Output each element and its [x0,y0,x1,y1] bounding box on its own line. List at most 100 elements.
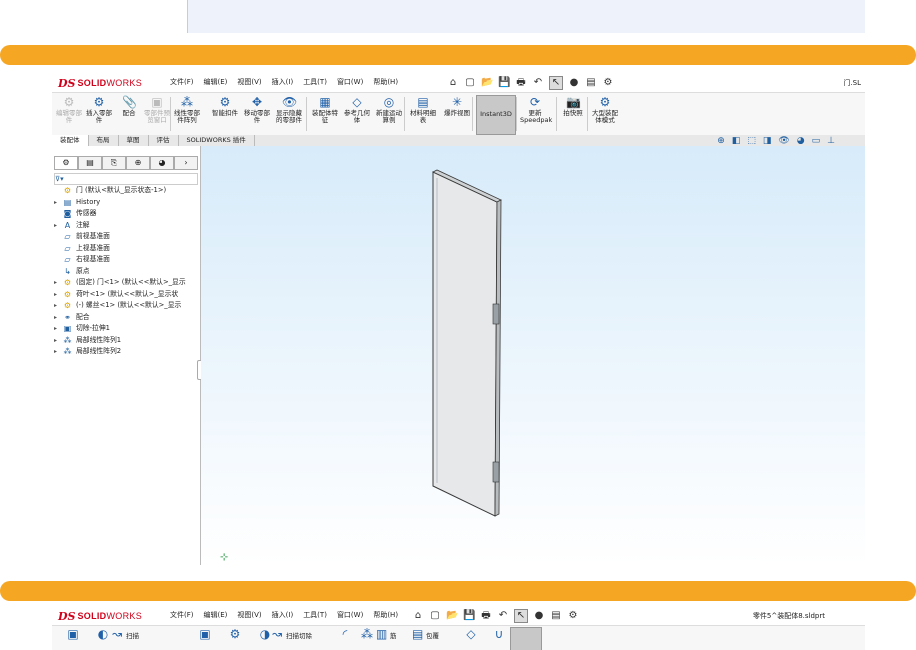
move-component-button[interactable]: ✥ 移动零部件 [242,95,272,133]
print-icon[interactable]: 🖶 [515,77,527,89]
menu-item-3[interactable]: 插入(I) [272,610,294,620]
file-properties-icon[interactable]: ▤ [585,77,597,89]
hole-wizard-button[interactable]: ⚙ [220,627,250,649]
tab-4[interactable]: SOLIDWORKS 插件 [179,135,255,146]
expand-arrow-icon[interactable]: ▸ [54,289,62,300]
open-icon[interactable]: 📂 [446,610,458,622]
menu-item-0[interactable]: 文件(F) [170,77,194,87]
new-document-icon[interactable]: ▢ [429,610,441,622]
file-properties-icon[interactable]: ▤ [550,610,562,622]
options-gear-icon[interactable]: ⚙ [602,77,614,89]
snapshot-button[interactable]: 📷 拍快照 [558,95,588,133]
expand-arrow-icon[interactable]: ▸ [54,300,62,311]
edit-component-button[interactable]: ⚙ 编辑零部件 [54,95,84,133]
speedpak-button[interactable]: ⟳ 更新Speedpak [520,95,552,133]
reference-geometry-button[interactable]: ◇ 参考几何体 [342,95,372,133]
expand-arrow-icon[interactable]: ▸ [54,197,62,208]
tab-2[interactable]: 草图 [119,135,149,146]
sweep-button[interactable]: ↝ 扫描 [112,627,158,649]
tree-item[interactable]: ▸ ▣ 切除-拉伸1 [54,323,110,334]
more-tabs-chevron-icon[interactable]: › [174,156,198,169]
tree-item[interactable]: ▸ ⚭ 配合 [54,312,90,323]
tree-item[interactable]: ▸ ▤ History [54,197,100,208]
select-icon[interactable]: ↖ [514,609,528,623]
expand-arrow-icon[interactable]: ▸ [54,335,62,346]
tree-item[interactable]: ▸ ⚙ (固定) 门<1> (默认<<默认>_显示 [54,277,186,288]
wrap-button[interactable]: ▤ 包覆 [412,627,458,649]
expand-arrow-icon[interactable]: ▸ [54,346,62,357]
save-icon[interactable]: 💾 [498,77,510,89]
smart-fastener-button[interactable]: ⚙ 智能扣件 [210,95,240,133]
new-document-icon[interactable]: ▢ [464,77,476,89]
print-icon[interactable]: 🖶 [480,610,492,622]
tab-3[interactable]: 评估 [149,135,179,146]
tree-filter[interactable]: ⊽▾ [54,173,198,185]
select-icon[interactable]: ↖ [549,76,563,90]
swept-cut-button[interactable]: ↝ 扫描切除 [272,627,318,649]
options-gear-icon[interactable]: ⚙ [567,610,579,622]
undo-icon[interactable]: ↶ [497,610,509,622]
zoom-fit-icon[interactable]: ⊕ [717,136,725,146]
tree-item[interactable]: ⚙ 门 (默认<默认_显示状态-1>) [54,185,166,196]
instant3d-button[interactable]: Instant3D [476,95,516,135]
menu-item-5[interactable]: 窗口(W) [337,610,363,620]
motion-study-button[interactable]: ◎ 新建运动算例 [374,95,404,133]
menu-item-1[interactable]: 编辑(E) [204,610,228,620]
menu-item-6[interactable]: 帮助(H) [373,610,398,620]
graphics-area[interactable] [201,146,865,565]
menu-item-2[interactable]: 视图(V) [237,610,261,620]
expand-arrow-icon[interactable]: ▸ [54,312,62,323]
hide-show-icon[interactable]: 👁 [778,136,789,146]
extrude-boss-button[interactable]: ▣ [58,627,88,649]
menu-item-1[interactable]: 编辑(E) [204,77,228,87]
menu-item-4[interactable]: 工具(T) [303,610,327,620]
menu-item-3[interactable]: 插入(I) [272,77,294,87]
home-icon[interactable]: ⌂ [412,610,424,622]
save-icon[interactable]: 💾 [463,610,475,622]
traffic-light-icon[interactable]: ● [568,77,580,89]
insert-component-button[interactable]: ⚙ 插入零部件 [84,95,114,133]
reference-button[interactable]: ◇ [456,627,486,649]
tree-item[interactable]: ↳ 原点 [54,266,89,277]
extrude-cut-button[interactable]: ▣ [190,627,220,649]
tab-1[interactable]: 布局 [89,135,119,146]
appearance-icon[interactable]: ◕ [797,136,805,146]
menu-item-2[interactable]: 视图(V) [237,77,261,87]
assembly-feature-button[interactable]: ▦ 装配体特征 [310,95,340,133]
tab-0[interactable]: 装配体 [52,135,89,146]
tree-item[interactable]: ◙ 传感器 [54,208,97,219]
menu-item-5[interactable]: 窗口(W) [337,77,363,87]
mate-button[interactable]: 📎 配合 [114,95,144,133]
bom-button[interactable]: ▤ 材料明细表 [408,95,438,133]
property-manager-tab-icon[interactable]: ▤ [78,156,102,169]
tree-item[interactable]: ▸ ⚙ (-) 螺丝<1> (默认<<默认>_显示 [54,300,181,311]
open-icon[interactable]: 📂 [481,77,493,89]
expand-arrow-icon[interactable]: ▸ [54,220,62,231]
traffic-light-icon[interactable]: ● [533,610,545,622]
tree-item[interactable]: ▱ 右视基准面 [54,254,110,265]
tree-item[interactable]: ▸ A 注解 [54,220,90,231]
large-assembly-button[interactable]: ⚙ 大型装配体模式 [590,95,620,133]
tree-item[interactable]: ▱ 上视基准面 [54,243,110,254]
exploded-view-button[interactable]: ✳ 爆炸视图 [442,95,472,133]
component-preview-button[interactable]: ▣ 零部件预览窗口 [142,95,172,133]
feature-tree-tab-icon[interactable]: ⚙ [54,156,78,169]
menu-item-6[interactable]: 帮助(H) [373,77,398,87]
linear-pattern-button[interactable]: ⁂ 线性零部件阵列 [172,95,202,133]
display-style-icon[interactable]: ◨ [763,136,772,146]
dimxpert-tab-icon[interactable]: ⊕ [126,156,150,169]
monitor-icon[interactable]: ▭ [812,136,821,146]
tree-item[interactable]: ▱ 前视基准面 [54,231,110,242]
expand-arrow-icon[interactable]: ▸ [54,323,62,334]
section-view-icon[interactable]: ◧ [732,136,741,146]
view-orientation-icon[interactable]: ⬚ [747,136,756,146]
config-manager-tab-icon[interactable]: ⎘ [102,156,126,169]
undo-icon[interactable]: ↶ [532,77,544,89]
display-manager-tab-icon[interactable]: ◕ [150,156,174,169]
menu-item-4[interactable]: 工具(T) [303,77,327,87]
tree-item[interactable]: ▸ ⁂ 局部线性阵列2 [54,346,121,357]
instant3d-button[interactable] [510,627,542,650]
menu-item-0[interactable]: 文件(F) [170,610,194,620]
expand-arrow-icon[interactable]: ▸ [54,277,62,288]
triad-icon[interactable]: ⊥ [827,136,835,146]
